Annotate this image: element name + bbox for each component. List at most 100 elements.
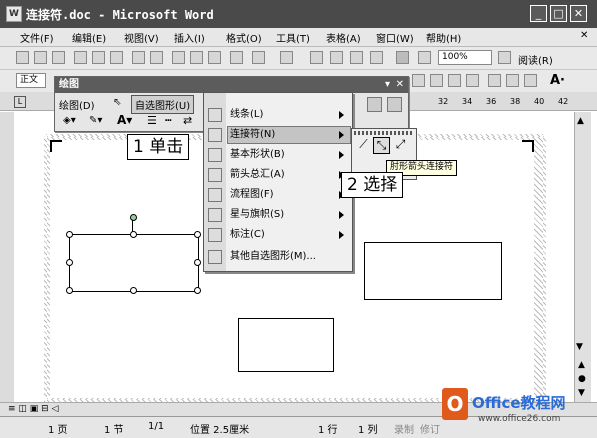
select-arrow-icon[interactable]: ⇖ (113, 97, 121, 108)
drawing-toggle-icon[interactable] (396, 51, 409, 64)
resize-handle[interactable] (194, 231, 201, 238)
fill-color-icon[interactable]: ◈▾ (63, 115, 76, 126)
research-icon[interactable] (150, 51, 163, 64)
copy-icon[interactable] (190, 51, 203, 64)
print-preview-icon[interactable] (110, 51, 123, 64)
columns-icon[interactable] (370, 51, 383, 64)
hyperlink-icon[interactable] (310, 51, 323, 64)
clipart-icon[interactable] (367, 97, 382, 112)
scroll-down-icon[interactable]: ▼ (576, 342, 583, 352)
menu-insert[interactable]: 插入(I) (174, 30, 205, 45)
resize-handle[interactable] (66, 287, 73, 294)
numbering-icon[interactable] (488, 74, 501, 87)
read-button[interactable]: 阅读(R) (518, 52, 553, 67)
menu-tools[interactable]: 工具(T) (276, 30, 310, 45)
double-arrow-connector-icon[interactable]: ⤢ (392, 137, 409, 154)
menu-item-flowchart[interactable]: 流程图(F) (230, 186, 350, 204)
redo-icon[interactable] (280, 51, 293, 64)
prev-page-icon[interactable]: ▲ (578, 360, 585, 370)
dash-style-icon[interactable]: ┅ (165, 114, 172, 127)
menu-window[interactable]: 窗口(W) (376, 30, 414, 45)
menu-format[interactable]: 格式(O) (226, 30, 262, 45)
indent-icon[interactable] (524, 74, 537, 87)
tab-selector-icon[interactable]: L (14, 96, 26, 108)
minimize-button[interactable]: _ (530, 5, 547, 22)
menu-view[interactable]: 视图(V) (124, 30, 159, 45)
font-color-icon[interactable]: A▾ (117, 113, 132, 127)
autoshapes-menu-button[interactable]: 自选图形(U) (131, 95, 195, 114)
next-page-icon[interactable]: ▼ (578, 388, 585, 398)
cut-icon[interactable] (172, 51, 185, 64)
justify-icon[interactable] (466, 74, 479, 87)
straight-connector-icon[interactable]: ⟋ (355, 137, 372, 154)
menu-bar: 文件(F) 编辑(E) 视图(V) 插入(I) 格式(O) 工具(T) 表格(A… (0, 28, 597, 47)
scroll-up-icon[interactable]: ▲ (577, 116, 584, 126)
line-style-icon[interactable]: ☰ (147, 114, 157, 127)
menu-table[interactable]: 表格(A) (326, 30, 361, 45)
resize-handle[interactable] (130, 287, 137, 294)
menu-file[interactable]: 文件(F) (20, 30, 54, 45)
save-icon[interactable] (52, 51, 65, 64)
rectangle-shape[interactable] (238, 318, 334, 372)
resize-handle[interactable] (194, 259, 201, 266)
vertical-scrollbar[interactable]: ▲ ▼ ▲ ● ▼ (574, 112, 591, 402)
new-doc-icon[interactable] (16, 51, 29, 64)
close-button[interactable]: ✕ (570, 5, 587, 22)
close-doc-icon[interactable]: ✕ (580, 30, 588, 41)
font-color-icon[interactable]: A· (550, 73, 565, 88)
menu-item-callouts[interactable]: 标注(C) (230, 226, 350, 244)
resize-handle[interactable] (130, 231, 137, 238)
canvas-corner-handle[interactable] (522, 140, 534, 152)
line-color-icon[interactable]: ✎▾ (89, 115, 102, 126)
open-icon[interactable] (34, 51, 47, 64)
menu-item-lines[interactable]: 线条(L) (230, 106, 350, 124)
help-icon[interactable] (498, 51, 511, 64)
status-page: 1 页 (48, 425, 68, 436)
view-buttons[interactable]: ≡ ◫ ▣ ⊟ ◁ (8, 404, 58, 414)
step2-callout: 2 选择 (341, 172, 404, 198)
insert-table-icon[interactable] (350, 51, 363, 64)
style-combo[interactable]: 正文 (16, 73, 46, 88)
align-center-icon[interactable] (430, 74, 443, 87)
doc-map-icon[interactable] (418, 51, 431, 64)
status-rec[interactable]: 录制 (394, 421, 414, 436)
toolbar-close-icon[interactable]: ✕ (396, 77, 404, 93)
block-arrows-icon (208, 168, 222, 182)
align-right-icon[interactable] (448, 74, 461, 87)
print-icon[interactable] (92, 51, 105, 64)
selected-rectangle[interactable] (69, 234, 199, 292)
permission-icon[interactable] (74, 51, 87, 64)
submenu-drag-handle[interactable] (354, 131, 412, 135)
elbow-arrow-connector-icon[interactable]: ⤡ (373, 137, 390, 154)
spelling-icon[interactable] (132, 51, 145, 64)
zoom-combo[interactable]: 100% (438, 50, 492, 65)
menu-item-block-arrows[interactable]: 箭头总汇(A) (230, 166, 350, 184)
menu-item-connectors[interactable]: 连接符(N) (230, 126, 350, 144)
autoshapes-menu: 线条(L) 连接符(N) 基本形状(B) 箭头总汇(A) 流程图(F) 星与旗帜… (203, 92, 353, 272)
resize-handle[interactable] (194, 287, 201, 294)
status-rev[interactable]: 修订 (420, 421, 440, 436)
resize-handle[interactable] (66, 231, 73, 238)
rotate-handle[interactable] (130, 214, 137, 221)
browse-object-icon[interactable]: ● (578, 374, 586, 384)
draw-menu-button[interactable]: 绘图(D) (59, 97, 95, 112)
menu-item-basic-shapes[interactable]: 基本形状(B) (230, 146, 350, 164)
rectangle-shape[interactable] (364, 242, 502, 300)
arrow-style-icon[interactable]: ⇄ (183, 114, 192, 127)
align-left-icon[interactable] (412, 74, 425, 87)
menu-item-more-autoshapes[interactable]: 其他自选图形(M)... (230, 248, 350, 266)
resize-handle[interactable] (66, 259, 73, 266)
tables-icon[interactable] (330, 51, 343, 64)
step1-callout: 1 单击 (127, 134, 190, 160)
bullets-icon[interactable] (506, 74, 519, 87)
menu-help[interactable]: 帮助(H) (426, 30, 461, 45)
maximize-button[interactable]: □ (550, 5, 567, 22)
menu-edit[interactable]: 编辑(E) (72, 30, 106, 45)
undo-icon[interactable] (252, 51, 265, 64)
canvas-corner-handle[interactable] (50, 140, 62, 152)
drawing-toolbar-title: 绘图 ▾ ✕ (55, 77, 408, 93)
format-painter-icon[interactable] (230, 51, 243, 64)
paste-icon[interactable] (208, 51, 221, 64)
menu-item-stars-banners[interactable]: 星与旗帜(S) (230, 206, 350, 224)
picture-icon[interactable] (387, 97, 402, 112)
